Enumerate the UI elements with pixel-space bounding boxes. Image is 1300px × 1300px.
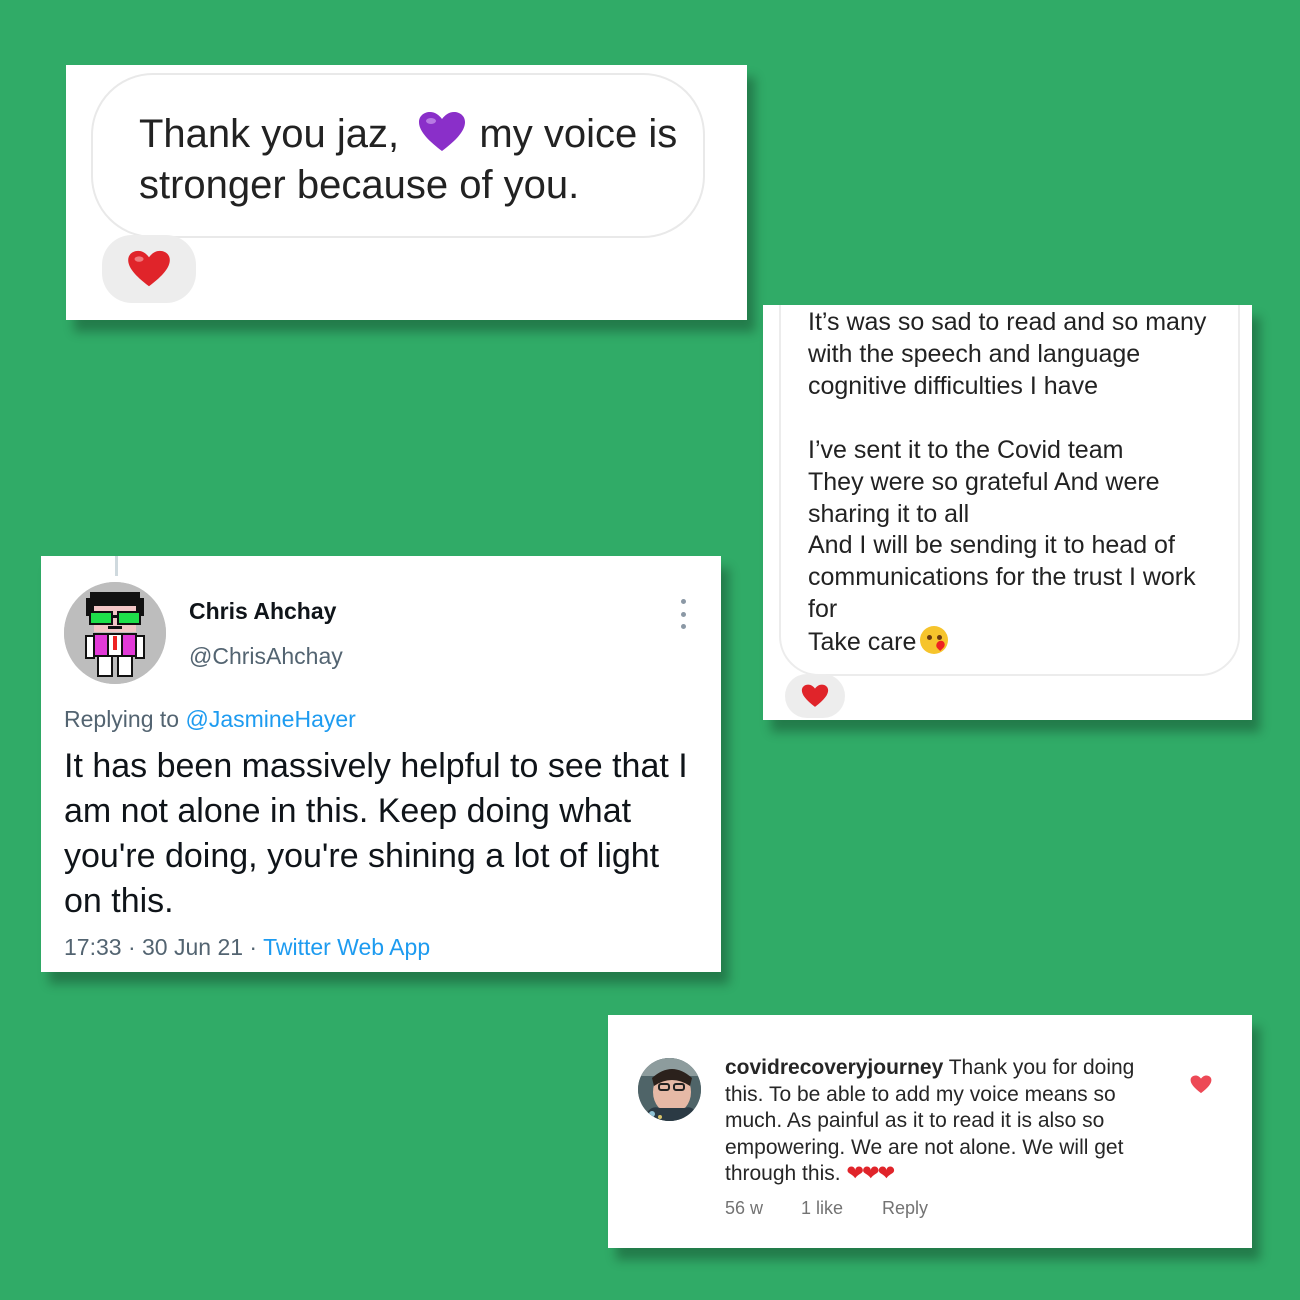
comment-card: covidrecoveryjourney Thank you for doing…: [608, 1015, 1252, 1248]
message-card-1: Thank you jaz, my voice is stronger beca…: [66, 65, 747, 320]
comment-text: covidrecoveryjourney Thank you for doing…: [725, 1055, 1165, 1188]
message-line: Take care: [808, 628, 917, 657]
replying-prefix: Replying to: [64, 706, 186, 732]
message-line: I’ve sent it to the Covid team: [808, 435, 1124, 464]
display-name[interactable]: Chris Ahchay: [189, 598, 336, 625]
user-handle[interactable]: @ChrisAhchay: [189, 643, 343, 670]
comment-likes[interactable]: 1 like: [801, 1198, 843, 1219]
pixel-avatar-icon: [64, 582, 166, 684]
like-heart-icon[interactable]: [1190, 1075, 1212, 1099]
message-line: They were so grateful And were sharing i…: [808, 467, 1160, 528]
tweet-timestamp[interactable]: 17:33 · 30 Jun 21 ·: [64, 934, 263, 960]
tweet-card: Chris Ahchay @ChrisAhchay Replying to @J…: [41, 556, 721, 972]
purple-heart-icon: [419, 112, 466, 151]
thread-line: [115, 556, 118, 576]
user-photo-icon: [638, 1058, 701, 1121]
tweet-text: It has been massively helpful to see tha…: [64, 747, 688, 920]
reaction-pill[interactable]: [785, 674, 845, 718]
kiss-emoji-icon: [920, 626, 949, 655]
tweet-source-link[interactable]: Twitter Web App: [263, 934, 430, 960]
message-line: And I will be sending it to head of comm…: [808, 531, 1196, 624]
mention-link[interactable]: @JasmineHayer: [185, 706, 355, 732]
replying-to: Replying to @JasmineHayer: [64, 706, 356, 733]
message-text-start: Thank you jaz,: [139, 112, 400, 156]
message-bubble: Thank you jaz, my voice is stronger beca…: [91, 73, 705, 238]
red-heart-icon: [128, 250, 170, 287]
comment-username[interactable]: covidrecoveryjourney: [725, 1056, 943, 1079]
red-heart-icon: [801, 684, 829, 707]
message-card-2: It’s was so sad to read and so many with…: [763, 305, 1252, 720]
message-paragraph: It’s was so sad to read and so many with…: [808, 308, 1207, 400]
avatar[interactable]: [64, 582, 166, 684]
message-text: It’s was so sad to read and so many with…: [808, 307, 1228, 659]
tweet-meta: 17:33 · 30 Jun 21 · Twitter Web App: [64, 934, 430, 961]
avatar[interactable]: [638, 1058, 701, 1121]
reply-button[interactable]: Reply: [882, 1198, 928, 1219]
comment-age: 56 w: [725, 1198, 764, 1218]
more-options-icon[interactable]: [673, 599, 693, 629]
hearts-emoji-icon: ❤❤❤: [846, 1162, 895, 1185]
reaction-pill[interactable]: [102, 235, 196, 303]
